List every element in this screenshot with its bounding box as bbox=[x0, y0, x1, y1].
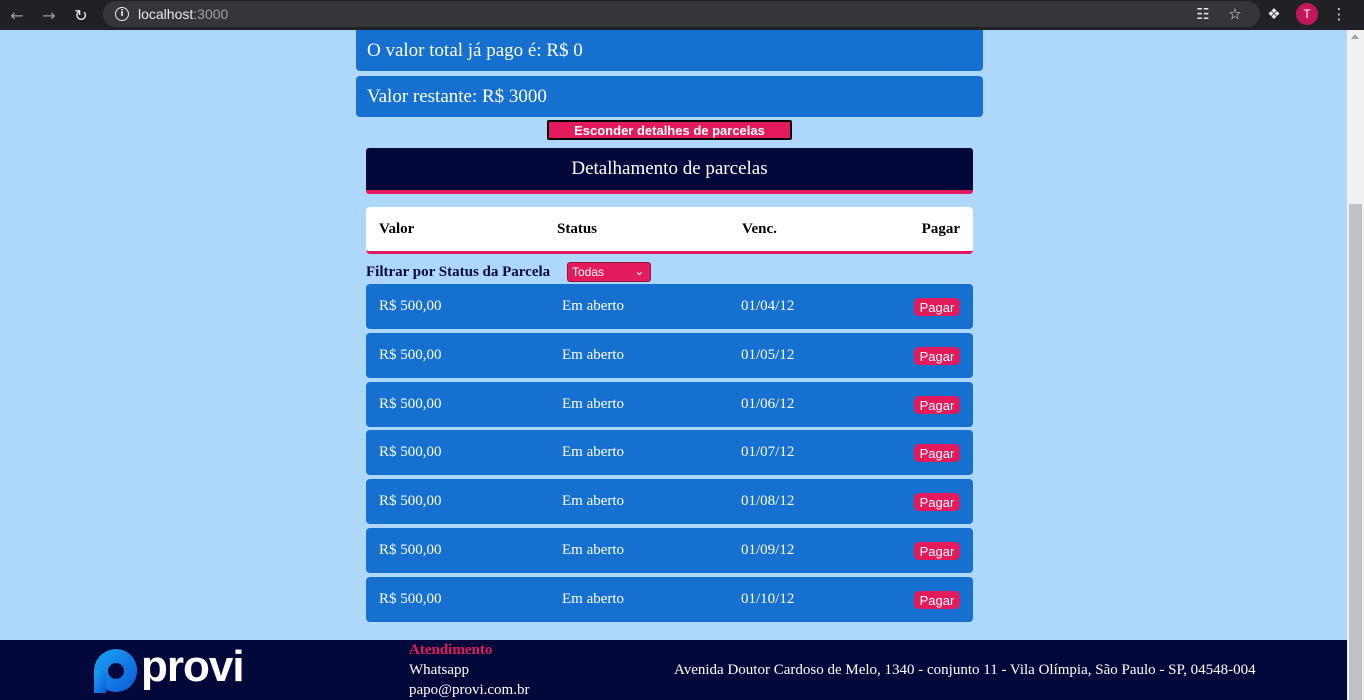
profile-avatar[interactable]: T bbox=[1296, 3, 1318, 25]
scroll-up-arrow-icon[interactable] bbox=[1351, 34, 1359, 39]
page-scrollbar[interactable] bbox=[1347, 30, 1364, 700]
installment-due-date: 01/09/12 bbox=[741, 542, 795, 558]
installments-title: Detalhamento de parcelas bbox=[366, 148, 973, 194]
installment-due-date: 01/06/12 bbox=[741, 396, 795, 412]
table-header: Valor Status Venc. Pagar bbox=[366, 207, 973, 254]
extensions-puzzle-icon[interactable]: ❖ bbox=[1263, 3, 1285, 25]
column-venc: Venc. bbox=[742, 221, 777, 237]
chevron-down-icon: ⌄ bbox=[634, 265, 644, 278]
support-title: Atendimento bbox=[409, 642, 493, 658]
installment-due-date: 01/10/12 bbox=[741, 591, 795, 607]
pay-button[interactable]: Pagar bbox=[914, 396, 960, 414]
installment-status: Em aberto bbox=[562, 347, 625, 363]
status-filter-value: Todas bbox=[572, 265, 605, 279]
url-port: :3000 bbox=[193, 6, 229, 22]
url-host: localhost bbox=[138, 6, 194, 22]
installment-status: Em aberto bbox=[562, 298, 625, 314]
installment-value: R$ 500,00 bbox=[379, 396, 442, 412]
column-status: Status bbox=[557, 221, 598, 237]
reload-icon[interactable]: ↻ bbox=[69, 3, 93, 27]
installment-status: Em aberto bbox=[562, 493, 625, 509]
support-whatsapp[interactable]: Whatsapp bbox=[409, 662, 469, 679]
back-arrow-icon[interactable]: ← bbox=[5, 3, 29, 27]
column-valor: Valor bbox=[379, 221, 415, 237]
installment-value: R$ 500,00 bbox=[379, 493, 442, 509]
support-email[interactable]: papo@provi.com.br bbox=[409, 682, 529, 699]
installment-row: R$ 500,00 Em aberto 01/07/12 Pagar bbox=[366, 430, 973, 475]
pay-button[interactable]: Pagar bbox=[914, 542, 960, 560]
pay-button[interactable]: Pagar bbox=[914, 591, 960, 609]
status-filter-select[interactable]: Todas ⌄ bbox=[567, 262, 651, 282]
pay-button[interactable]: Pagar bbox=[914, 444, 960, 462]
installment-row: R$ 500,00 Em aberto 01/05/12 Pagar bbox=[366, 333, 973, 378]
page-viewport: O valor total já pago é: R$ 0 Valor rest… bbox=[0, 30, 1347, 700]
menu-kebab-icon[interactable]: ⋮ bbox=[1328, 3, 1350, 25]
forward-arrow-icon[interactable]: → bbox=[37, 3, 61, 27]
installment-value: R$ 500,00 bbox=[379, 591, 442, 607]
installment-row: R$ 500,00 Em aberto 01/10/12 Pagar bbox=[366, 577, 973, 622]
pay-button[interactable]: Pagar bbox=[914, 347, 960, 365]
translate-icon[interactable]: ☷ bbox=[1192, 3, 1214, 25]
installment-value: R$ 500,00 bbox=[379, 347, 442, 363]
provi-logo-text: provi bbox=[141, 642, 245, 691]
bookmark-star-icon[interactable]: ☆ bbox=[1224, 3, 1246, 25]
installment-value: R$ 500,00 bbox=[379, 542, 442, 558]
installment-status: Em aberto bbox=[562, 444, 625, 460]
installment-status: Em aberto bbox=[562, 396, 625, 412]
company-address: Avenida Doutor Cardoso de Melo, 1340 - c… bbox=[674, 662, 1256, 678]
address-bar[interactable]: i localhost:3000 bbox=[103, 1, 1260, 27]
remaining-total-box: Valor restante: R$ 3000 bbox=[356, 76, 983, 117]
installment-status: Em aberto bbox=[562, 591, 625, 607]
provi-logo-icon bbox=[94, 649, 137, 693]
installment-status: Em aberto bbox=[562, 542, 625, 558]
site-info-icon[interactable]: i bbox=[115, 7, 129, 21]
installment-row: R$ 500,00 Em aberto 01/06/12 Pagar bbox=[366, 382, 973, 427]
installment-due-date: 01/05/12 bbox=[741, 347, 795, 363]
browser-toolbar: ← → ↻ i localhost:3000 ☷ ☆ ❖ T ⋮ bbox=[0, 0, 1364, 30]
installment-due-date: 01/08/12 bbox=[741, 493, 795, 509]
installment-row: R$ 500,00 Em aberto 01/09/12 Pagar bbox=[366, 528, 973, 573]
status-filter-label: Filtrar por Status da Parcela bbox=[366, 264, 551, 280]
installment-due-date: 01/07/12 bbox=[741, 444, 795, 460]
installment-row: R$ 500,00 Em aberto 01/08/12 Pagar bbox=[366, 479, 973, 524]
pay-button[interactable]: Pagar bbox=[914, 298, 960, 316]
site-footer: provi Atendimento Whatsapp papo@provi.co… bbox=[0, 640, 1347, 700]
installment-value: R$ 500,00 bbox=[379, 444, 442, 460]
installment-value: R$ 500,00 bbox=[379, 298, 442, 314]
paid-total-box: O valor total já pago é: R$ 0 bbox=[356, 30, 983, 71]
pay-button[interactable]: Pagar bbox=[914, 493, 960, 511]
scrollbar-thumb[interactable] bbox=[1349, 204, 1362, 700]
column-pagar: Pagar bbox=[921, 221, 960, 237]
installment-row: R$ 500,00 Em aberto 01/04/12 Pagar bbox=[366, 284, 973, 329]
installment-due-date: 01/04/12 bbox=[741, 298, 795, 314]
hide-installments-button[interactable]: Esconder detalhes de parcelas bbox=[547, 120, 792, 140]
